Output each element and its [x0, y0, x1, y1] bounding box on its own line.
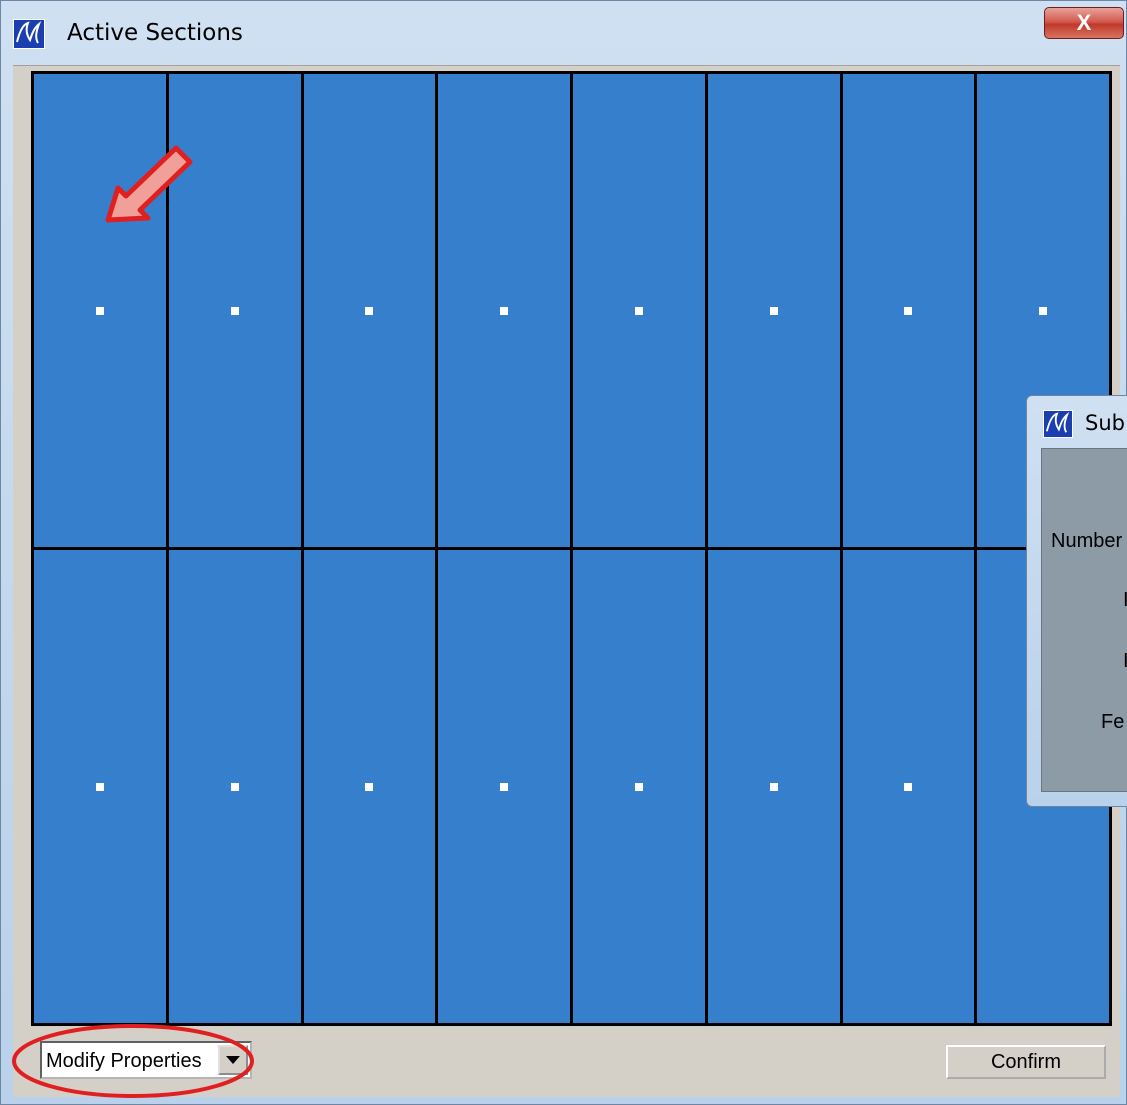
section-cell[interactable] [168, 550, 301, 1023]
section-cell[interactable] [438, 74, 570, 547]
sub-dialog-client [1041, 448, 1127, 792]
section-center-marker [95, 306, 104, 315]
window-title: Active Sections [67, 20, 243, 46]
section-cell[interactable] [303, 74, 436, 547]
close-button[interactable]: X [1044, 7, 1124, 39]
section-center-marker [500, 306, 509, 315]
section-cell[interactable] [842, 74, 975, 547]
section-center-marker [500, 782, 509, 791]
section-center-marker [904, 306, 913, 315]
section-center-marker [634, 782, 643, 791]
section-cell[interactable] [303, 550, 436, 1023]
section-cell[interactable] [573, 74, 705, 547]
section-cell[interactable] [573, 550, 705, 1023]
section-center-marker [365, 782, 374, 791]
section-center-marker [769, 782, 778, 791]
sub-label-fe: Fe [1101, 711, 1125, 733]
section-center-marker [230, 782, 239, 791]
sub-dialog-logo-icon [1043, 410, 1073, 438]
annotation-highlight-ellipse [12, 1024, 254, 1098]
section-cell[interactable] [707, 74, 840, 547]
section-cell[interactable] [34, 550, 166, 1023]
section-cell[interactable] [438, 550, 570, 1023]
title-bar[interactable]: Active Sections X [1, 1, 1126, 65]
section-cell[interactable] [707, 550, 840, 1023]
section-center-marker [95, 782, 104, 791]
annotation-arrow-icon [105, 145, 193, 223]
sub-dialog-window[interactable]: Sub Number I I Fe [1026, 395, 1127, 807]
section-cell[interactable] [842, 550, 975, 1023]
sub-label-3: I [1123, 650, 1127, 672]
section-center-marker [230, 306, 239, 315]
sub-dialog-title: Sub [1085, 411, 1125, 435]
section-center-marker [904, 782, 913, 791]
confirm-button[interactable]: Confirm [946, 1045, 1106, 1079]
app-logo-icon [13, 19, 45, 49]
section-center-marker [365, 306, 374, 315]
section-center-marker [634, 306, 643, 315]
sub-label-number: Number [1051, 530, 1123, 552]
sub-label-2: I [1123, 589, 1127, 611]
close-icon: X [1076, 10, 1092, 35]
section-center-marker [1039, 306, 1048, 315]
section-center-marker [769, 306, 778, 315]
